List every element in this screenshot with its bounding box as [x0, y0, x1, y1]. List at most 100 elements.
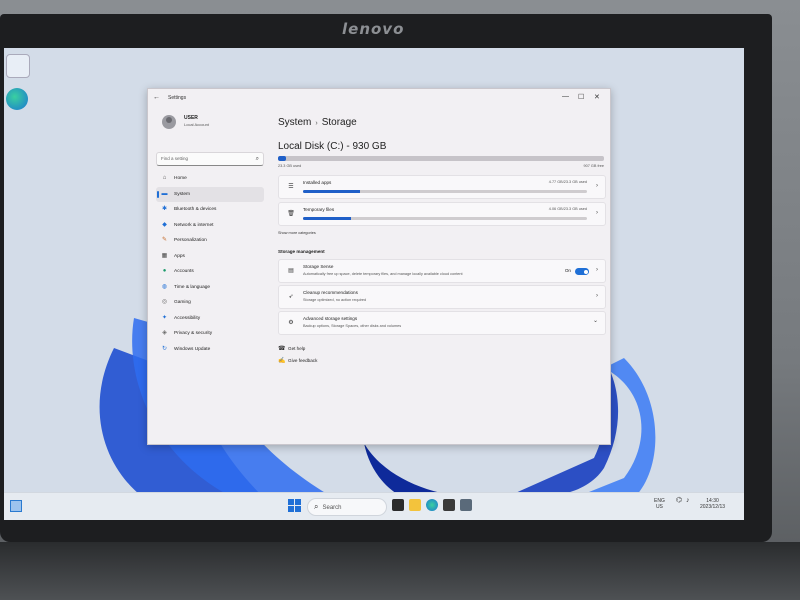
gear-icon: ⚙ [288, 320, 294, 326]
sidebar-item-apps[interactable]: ▦ Apps [156, 249, 264, 265]
start-button[interactable] [288, 499, 302, 513]
cleanup-recommendations-row[interactable]: ➶ Cleanup recommendations Storage optimi… [278, 285, 606, 309]
search-icon: ⌕ [255, 156, 259, 162]
list-icon: ☰ [288, 184, 294, 190]
search-input[interactable]: Find a setting ⌕ [156, 152, 264, 166]
volume-icon[interactable]: ♪ [686, 497, 690, 504]
chevron-right-icon: › [596, 183, 598, 189]
bluetooth-icon: ✱ [161, 206, 168, 212]
category-title: Temporary files [303, 207, 335, 212]
title-bar: ← Settings — ☐ ✕ [148, 89, 610, 107]
back-arrow-icon[interactable]: ← [153, 94, 160, 101]
search-icon: ⌕ [314, 502, 319, 511]
apps-icon: ▦ [161, 252, 168, 259]
clock[interactable]: 14:30 2023/12/13 [700, 498, 725, 510]
sidebar-item-label: Personalization [174, 238, 207, 243]
file-explorer-icon[interactable] [409, 499, 421, 511]
sidebar-item-system[interactable]: ▬ System [156, 186, 264, 202]
chevron-right-icon: › [596, 267, 598, 273]
advanced-storage-settings-row[interactable]: ⚙ Advanced storage settings Backup optio… [278, 311, 606, 335]
sidebar-item-windows-update[interactable]: ↻ Windows Update [156, 342, 264, 358]
person-icon: ● [162, 268, 167, 274]
disk-free-label: 907 GB free [583, 164, 604, 168]
sidebar-item-time-language[interactable]: ◍ Time & language [156, 280, 264, 296]
sidebar-item-label: Bluetooth & devices [174, 207, 217, 212]
sidebar-nav: ⌂ Home ▬ System ✱ Bluetooth & devices ◆ Netw… [156, 171, 264, 357]
sidebar-item-bluetooth[interactable]: ✱ Bluetooth & devices [156, 202, 264, 218]
shield-icon: ◈ [162, 330, 167, 336]
maximize-icon[interactable]: ☐ [578, 93, 584, 101]
sidebar-item-personalization[interactable]: ✎ Personalization [156, 233, 264, 249]
settings-window: ← Settings — ☐ ✕ USER Local Account Find… [147, 88, 611, 445]
category-meter-fill [303, 217, 352, 220]
advanced-storage-title: Advanced storage settings [303, 316, 358, 321]
page-title: Storage [321, 117, 357, 128]
category-meter [303, 190, 587, 193]
storage-management-heading: Storage management [278, 249, 325, 254]
network-icon[interactable]: ⌬ [676, 497, 682, 504]
sidebar-item-network[interactable]: ◆ Network & internet [156, 218, 264, 234]
sidebar-item-label: Accounts [174, 269, 194, 274]
storage-sense-toggle[interactable] [575, 268, 589, 275]
category-temporary-files[interactable]: 🗑 Temporary files 4.06 GB/23.3 GB used › [278, 202, 606, 226]
disk-usage-fill [278, 156, 287, 161]
storage-sense-icon: ▤ [288, 268, 294, 274]
taskbar-search[interactable]: ⌕ Search [307, 498, 387, 516]
get-help-label: Get help [288, 346, 306, 351]
sidebar-item-label: Home [174, 176, 187, 181]
language-indicator[interactable]: ENG US [654, 498, 665, 510]
trash-icon: 🗑 [287, 211, 295, 217]
chevron-right-icon: › [596, 293, 598, 299]
disk-used-label: 23.3 GB used [278, 164, 302, 168]
task-view-icon[interactable] [392, 499, 404, 511]
edge-icon[interactable] [426, 499, 438, 511]
minimize-icon[interactable]: — [562, 93, 569, 100]
search-placeholder: Find a setting [161, 156, 189, 161]
screen: ← Settings — ☐ ✕ USER Local Account Find… [4, 48, 744, 520]
tray-region: US [655, 504, 663, 510]
avatar [162, 115, 176, 129]
user-account-type: Local Account [184, 122, 209, 127]
category-installed-apps[interactable]: ☰ Installed apps 4.77 GB/23.3 GB used › [278, 175, 606, 199]
store-icon[interactable] [443, 499, 455, 511]
category-size: 4.77 GB/23.3 GB used [548, 180, 587, 184]
update-icon: ↻ [161, 345, 168, 352]
edge-icon[interactable] [6, 88, 28, 110]
settings-app-icon[interactable] [460, 499, 472, 511]
advanced-storage-desc: Backup options, Storage Spaces, other di… [303, 324, 402, 328]
chevron-right-icon: › [596, 210, 598, 216]
widgets-icon[interactable] [10, 500, 22, 512]
gamepad-icon: ◎ [161, 299, 168, 305]
sidebar-item-label: Apps [174, 253, 185, 259]
globe-clock-icon: ◍ [161, 283, 168, 290]
accessibility-icon: ✦ [161, 314, 168, 321]
sidebar-item-home[interactable]: ⌂ Home [156, 171, 264, 187]
taskbar: ⌕ Search ENG US ⌬ ♪ 14:30 2023/12/13 [4, 492, 744, 520]
user-name: USER [184, 115, 198, 121]
monitor-brand-logo: lenovo [342, 20, 405, 38]
storage-sense-title: Storage Sense [303, 264, 334, 269]
sidebar-item-privacy[interactable]: ◈ Privacy & security [156, 326, 264, 342]
system-icon: ▬ [161, 190, 168, 197]
help-icon: ☎ [278, 346, 286, 352]
give-feedback-link[interactable]: ✍ Give feedback [278, 357, 317, 364]
category-title: Installed apps [303, 180, 332, 185]
recycle-bin-icon[interactable] [6, 54, 30, 78]
cleanup-title: Cleanup recommendations [303, 290, 358, 295]
sidebar-item-label: System [174, 191, 190, 197]
storage-sense-row[interactable]: ▤ Storage Sense Automatically free up sp… [278, 259, 606, 283]
breadcrumb-parent[interactable]: System [278, 117, 311, 128]
sidebar: USER Local Account Find a setting ⌕ ⌂ Hom… [148, 107, 268, 444]
sidebar-item-label: Gaming [174, 300, 191, 305]
desk-area [0, 542, 800, 600]
close-icon[interactable]: ✕ [594, 93, 600, 101]
clock-date: 2023/12/13 [700, 504, 726, 510]
sidebar-item-label: Network & internet [174, 222, 214, 228]
sidebar-item-gaming[interactable]: ◎ Gaming [156, 295, 264, 311]
sidebar-item-accounts[interactable]: ● Accounts [156, 264, 264, 280]
category-size: 4.06 GB/23.3 GB used [548, 207, 587, 211]
breadcrumb: System › Storage [278, 117, 357, 128]
show-more-categories-link[interactable]: Show more categories [278, 231, 316, 235]
sidebar-item-accessibility[interactable]: ✦ Accessibility [156, 311, 264, 327]
get-help-link[interactable]: ☎ Get help [278, 345, 305, 352]
